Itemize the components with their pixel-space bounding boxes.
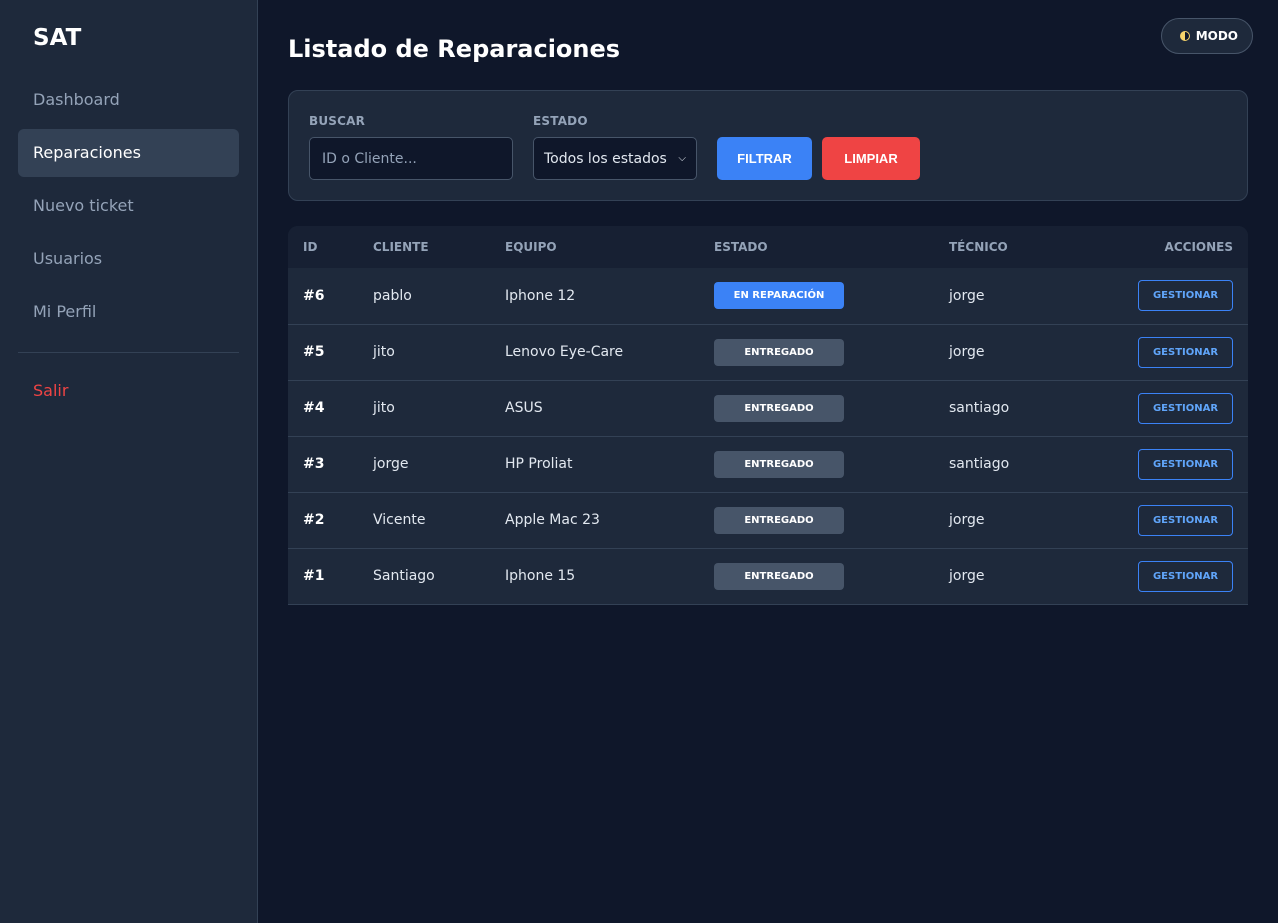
cell-tecnico: jorge bbox=[949, 512, 985, 528]
repairs-table-container: ID CLIENTE EQUIPO ESTADO TÉCNICO ACCIONE… bbox=[288, 226, 1248, 605]
column-header-cliente: CLIENTE bbox=[373, 240, 429, 254]
status-badge: ENTREGADO bbox=[714, 338, 844, 366]
cell-equipo: HP Proliat bbox=[505, 456, 573, 472]
sidebar-nav: Dashboard Reparaciones Nuevo ticket Usua… bbox=[18, 76, 239, 336]
repairs-table: ID CLIENTE EQUIPO ESTADO TÉCNICO ACCIONE… bbox=[288, 226, 1248, 604]
column-header-tecnico: TÉCNICO bbox=[949, 240, 1008, 254]
cell-tecnico: santiago bbox=[949, 456, 1010, 472]
manage-button[interactable]: GESTIONAR bbox=[1138, 336, 1233, 368]
cell-equipo: Iphone 15 bbox=[505, 568, 576, 585]
app-root: SAT Dashboard Reparaciones Nuevo ticket … bbox=[0, 0, 1278, 923]
cell-tecnico: jorge bbox=[949, 568, 985, 585]
table-header-row: ID CLIENTE EQUIPO ESTADO TÉCNICO ACCIONE… bbox=[288, 226, 1248, 268]
sidebar-item-logout[interactable]: Salir bbox=[18, 367, 239, 415]
table-row: #6 pablo Iphone 12 EN REPARACIÓN jorge G… bbox=[288, 268, 1248, 324]
table-row: #5 jito Lenovo Eye-Care ENTREGADO jorge … bbox=[288, 324, 1248, 380]
cell-acciones: GESTIONAR bbox=[1084, 324, 1248, 380]
cell-estado: EN REPARACIÓN bbox=[699, 268, 934, 324]
status-badge: ENTREGADO bbox=[714, 394, 844, 422]
cell-acciones: GESTIONAR bbox=[1084, 268, 1248, 324]
half-moon-icon bbox=[1179, 31, 1190, 41]
cell-equipo: ASUS bbox=[505, 400, 543, 416]
cell-estado: ENTREGADO bbox=[699, 548, 934, 604]
page-title: Listado de Reparaciones bbox=[288, 35, 621, 63]
column-header-equipo: EQUIPO bbox=[505, 240, 557, 254]
status-label: ESTADO bbox=[533, 114, 588, 128]
sidebar-item-reparaciones[interactable]: Reparaciones bbox=[18, 129, 239, 177]
cell-acciones: GESTIONAR bbox=[1084, 436, 1248, 492]
cell-id: #5 bbox=[303, 344, 325, 360]
status-select[interactable]: Todos los estados ⌵ bbox=[533, 137, 697, 180]
column-header-id: ID bbox=[303, 240, 318, 254]
status-badge: ENTREGADO bbox=[714, 562, 844, 590]
cell-id: #3 bbox=[303, 456, 325, 472]
filter-card: BUSCAR ESTADO Todos los estados ⌵ FILTRA… bbox=[288, 90, 1248, 201]
table-row: #3 jorge HP Proliat ENTREGADO santiago G… bbox=[288, 436, 1248, 492]
sidebar-divider bbox=[18, 352, 239, 353]
status-badge: EN REPARACIÓN bbox=[714, 282, 844, 310]
column-header-acciones: ACCIONES bbox=[1164, 240, 1233, 254]
cell-cliente: Vicente bbox=[373, 512, 426, 528]
manage-button[interactable]: GESTIONAR bbox=[1138, 448, 1233, 480]
manage-button[interactable]: GESTIONAR bbox=[1138, 504, 1233, 536]
table-row: #2 Vicente Apple Mac 23 ENTREGADO jorge … bbox=[288, 492, 1248, 548]
cell-equipo: Iphone 12 bbox=[505, 287, 576, 304]
cell-cliente: jorge bbox=[373, 456, 409, 472]
manage-button[interactable]: GESTIONAR bbox=[1138, 280, 1233, 312]
status-badge: ENTREGADO bbox=[714, 506, 844, 534]
sidebar-item-mi-perfil[interactable]: Mi Perfil bbox=[18, 288, 239, 336]
table-row: #1 Santiago Iphone 15 ENTREGADO jorge GE… bbox=[288, 548, 1248, 604]
sidebar: SAT Dashboard Reparaciones Nuevo ticket … bbox=[0, 0, 258, 923]
filter-button[interactable]: FILTRAR bbox=[717, 137, 812, 180]
cell-equipo: Apple Mac 23 bbox=[505, 512, 600, 528]
cell-tecnico: jorge bbox=[949, 287, 985, 304]
chevron-down-icon: ⌵ bbox=[678, 153, 686, 164]
cell-cliente: jito bbox=[373, 400, 395, 416]
manage-button[interactable]: GESTIONAR bbox=[1138, 560, 1233, 592]
cell-id: #4 bbox=[303, 400, 325, 416]
search-field: BUSCAR bbox=[309, 114, 513, 180]
cell-tecnico: jorge bbox=[949, 344, 985, 360]
cell-acciones: GESTIONAR bbox=[1084, 380, 1248, 436]
column-header-estado: ESTADO bbox=[714, 240, 768, 254]
sidebar-item-nuevo-ticket[interactable]: Nuevo ticket bbox=[18, 182, 239, 230]
cell-id: #1 bbox=[303, 568, 325, 585]
cell-equipo: Lenovo Eye-Care bbox=[505, 344, 624, 360]
cell-estado: ENTREGADO bbox=[699, 324, 934, 380]
cell-cliente: Santiago bbox=[373, 568, 435, 585]
cell-acciones: GESTIONAR bbox=[1084, 492, 1248, 548]
mode-label: MODO bbox=[1195, 29, 1238, 43]
cell-id: #2 bbox=[303, 512, 325, 528]
search-input[interactable] bbox=[309, 137, 513, 180]
search-label: BUSCAR bbox=[309, 114, 366, 128]
cell-estado: ENTREGADO bbox=[699, 492, 934, 548]
status-badge: ENTREGADO bbox=[714, 450, 844, 478]
cell-tecnico: santiago bbox=[949, 400, 1010, 416]
table-row: #4 jito ASUS ENTREGADO santiago GESTIONA… bbox=[288, 380, 1248, 436]
cell-cliente: jito bbox=[373, 344, 395, 360]
theme-mode-button[interactable]: MODO bbox=[1160, 18, 1253, 54]
sidebar-item-usuarios[interactable]: Usuarios bbox=[18, 235, 239, 283]
cell-cliente: pablo bbox=[373, 287, 412, 304]
cell-estado: ENTREGADO bbox=[699, 436, 934, 492]
sidebar-item-dashboard[interactable]: Dashboard bbox=[18, 76, 239, 124]
status-select-value: Todos los estados bbox=[544, 150, 667, 167]
status-field: ESTADO Todos los estados ⌵ bbox=[533, 114, 697, 180]
cell-acciones: GESTIONAR bbox=[1084, 548, 1248, 604]
clear-button[interactable]: LIMPIAR bbox=[822, 137, 920, 180]
manage-button[interactable]: GESTIONAR bbox=[1138, 392, 1233, 424]
cell-estado: ENTREGADO bbox=[699, 380, 934, 436]
brand-logo: SAT bbox=[33, 25, 82, 51]
cell-id: #6 bbox=[303, 287, 325, 304]
main-content: MODO Listado de Reparaciones BUSCAR ESTA… bbox=[258, 0, 1278, 923]
